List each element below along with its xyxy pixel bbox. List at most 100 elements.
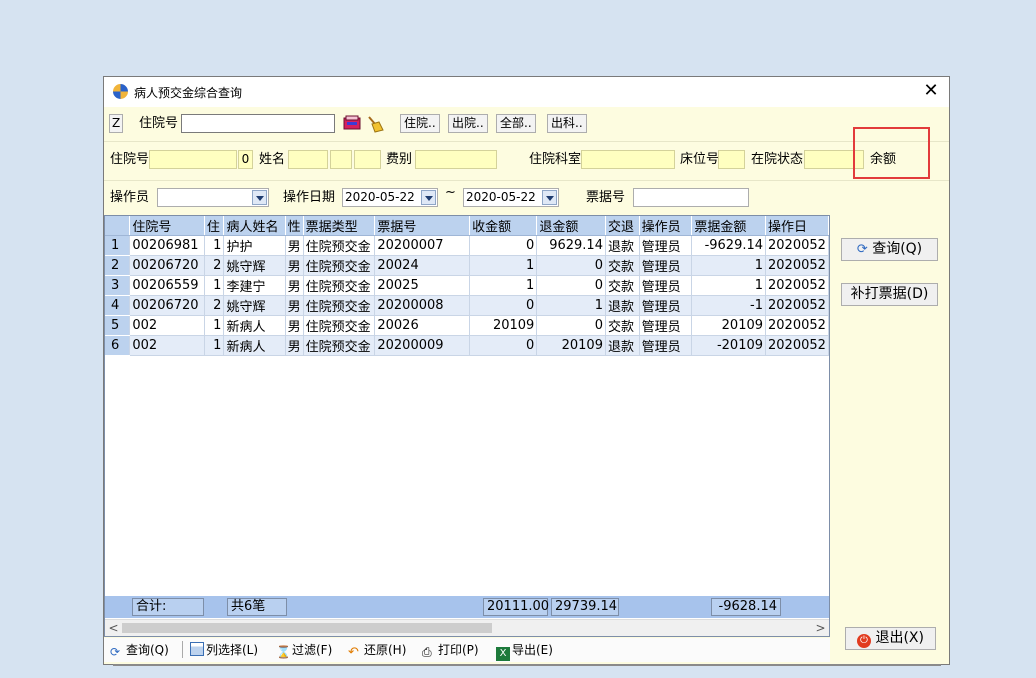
column-header[interactable]: 收金额 [469, 216, 538, 236]
filter-label: 过滤(F) [292, 643, 333, 657]
date-from-picker[interactable]: 2020-05-22 [342, 188, 438, 207]
table-cell: 男 [285, 335, 304, 356]
undo-arrow-icon: ↶ [348, 645, 359, 660]
table-cell: 管理员 [639, 255, 693, 276]
row-number: 5 [105, 315, 131, 336]
table-cell: 男 [285, 255, 304, 276]
print-button[interactable]: ⎙ 打印(P) [422, 642, 479, 659]
table-cell: 20109 [536, 335, 606, 356]
close-icon[interactable]: ✕ [921, 80, 941, 102]
table-row[interactable]: 6 002 1 新病人男住院预交金 20200009 0 20109 退款 管理员 -20109 2… [105, 335, 829, 356]
receipt-input[interactable] [633, 188, 749, 207]
receipt-label: 票据号 [586, 190, 626, 205]
card-reader-icon[interactable] [343, 115, 361, 131]
table-cell: 2 [204, 295, 225, 316]
column-header[interactable]: 交退 [605, 216, 640, 236]
printer-icon: ⎙ [422, 645, 432, 659]
records-grid[interactable]: 住院号住病人姓名性票据类型 票据号 收金额 退金额 交退 操作员 票据金额 操作日 1 0020… [104, 215, 830, 637]
table-row[interactable]: 1 00206981 1 护护男住院预交金 20200007 0 9629.14 退款 管理员 -… [105, 235, 829, 256]
info-fee-field [415, 150, 497, 169]
bottom-query-label: 查询(Q) [126, 643, 169, 657]
z-button[interactable]: Z [109, 114, 123, 133]
exit-button-label: 退出(X) [875, 630, 924, 646]
table-row[interactable]: 3 00206559 1 李建宁男住院预交金 20025 1 0 交款 管理员 1 2020052 [105, 275, 829, 296]
discharged-button[interactable]: 出院.. [448, 114, 488, 133]
table-cell: 住院预交金 [303, 335, 376, 356]
column-select-label: 列选择(L) [206, 643, 259, 657]
date-from-value: 2020-05-22 [345, 190, 415, 204]
column-header[interactable]: 操作员 [639, 216, 693, 236]
column-header[interactable]: 住 [204, 216, 225, 236]
inpatient-input[interactable] [181, 114, 335, 133]
operator-select[interactable] [157, 188, 269, 207]
chevron-down-icon[interactable] [421, 190, 436, 205]
table-cell: 住院预交金 [303, 295, 376, 316]
column-header[interactable]: 票据金额 [691, 216, 767, 236]
summary-amount: -9628.14 [711, 598, 781, 616]
excel-icon: X [496, 647, 510, 661]
info-dept-field [581, 150, 675, 169]
filter-row: 操作员 操作日期 2020-05-22 ~ 2020-05-22 票据号 [104, 180, 949, 215]
exit-button[interactable]: ⏻ 退出(X) [845, 627, 936, 650]
table-cell: 20026 [374, 315, 471, 336]
info-fee-label: 费别 [386, 152, 413, 167]
table-cell: 20109 [691, 315, 767, 336]
column-select-button[interactable]: 列选择(L) [190, 642, 258, 658]
column-header[interactable]: 退金额 [536, 216, 606, 236]
table-cell: -1 [691, 295, 767, 316]
info-dept-label: 住院科室 [529, 152, 582, 167]
filter-button[interactable]: ⌛过滤(F) [276, 642, 333, 659]
table-cell: 1 [691, 255, 767, 276]
columns-icon [190, 642, 204, 656]
reprint-button[interactable]: 补打票据(D) [841, 283, 938, 306]
table-cell: 护护 [223, 235, 286, 256]
column-header[interactable]: 票据类型 [303, 216, 376, 236]
table-cell: 9629.14 [536, 235, 606, 256]
column-header[interactable]: 操作日 [765, 216, 829, 236]
scroll-left-icon[interactable]: < [105, 620, 122, 636]
date-to-picker[interactable]: 2020-05-22 [463, 188, 559, 207]
table-cell: 管理员 [639, 275, 693, 296]
table-cell: 20200008 [374, 295, 471, 316]
in-hospital-button[interactable]: 住院.. [400, 114, 440, 133]
info-status-label: 在院状态 [751, 152, 804, 167]
power-icon: ⏻ [857, 634, 872, 648]
table-row[interactable]: 5 002 1 新病人男住院预交金 20026 20109 0 交款 管理员 20109 20200… [105, 315, 829, 336]
table-cell: 姚守辉 [223, 255, 286, 276]
scroll-right-icon[interactable]: > [812, 620, 829, 636]
table-cell: 退款 [605, 335, 640, 356]
table-header: 住院号住病人姓名性票据类型 票据号 收金额 退金额 交退 操作员 票据金额 操作日 [105, 216, 829, 236]
table-cell: -9629.14 [691, 235, 767, 256]
table-row[interactable]: 2 00206720 2 姚守辉男住院预交金 20024 1 0 交款 管理员 1 2020052 [105, 255, 829, 276]
window-bottom-edge [113, 664, 941, 666]
summary-refunded: 29739.14 [551, 598, 619, 616]
info-name-field [288, 150, 328, 169]
table-cell: 1 [469, 255, 538, 276]
table-cell: 退款 [605, 295, 640, 316]
restore-button[interactable]: ↶ 还原(H) [348, 642, 406, 660]
summary-total-label: 合计: [132, 598, 204, 616]
all-button[interactable]: 全部.. [496, 114, 536, 133]
table-row[interactable]: 4 00206720 2 姚守辉男住院预交金 20200008 0 1 退款 管理员 -1 2020… [105, 295, 829, 316]
bottom-query-button[interactable]: ⟳ 查询(Q) [110, 642, 169, 659]
info-zero-field: 0 [238, 150, 253, 169]
column-header[interactable]: 性 [285, 216, 304, 236]
column-header[interactable]: 病人姓名 [223, 216, 286, 236]
chevron-down-icon[interactable] [252, 190, 267, 205]
table-cell: 住院预交金 [303, 255, 376, 276]
horizontal-scrollbar[interactable]: < > [105, 619, 829, 636]
transfer-dept-button[interactable]: 出科.. [547, 114, 587, 133]
toolbar-divider [182, 641, 183, 658]
export-button[interactable]: X 导出(E) [496, 642, 553, 661]
table-cell: 交款 [605, 255, 640, 276]
column-header[interactable]: 票据号 [374, 216, 471, 236]
table-cell: 00206559 [129, 275, 205, 296]
chevron-down-icon[interactable] [542, 190, 557, 205]
query-button[interactable]: ⟳ 查询(Q) [841, 238, 938, 261]
scroll-thumb[interactable] [122, 623, 492, 633]
info-bed-label: 床位号 [680, 152, 720, 167]
table-cell: 1 [204, 315, 225, 336]
column-header[interactable]: 住院号 [129, 216, 205, 236]
clear-broom-icon[interactable] [366, 115, 384, 133]
table-cell: 男 [285, 275, 304, 296]
